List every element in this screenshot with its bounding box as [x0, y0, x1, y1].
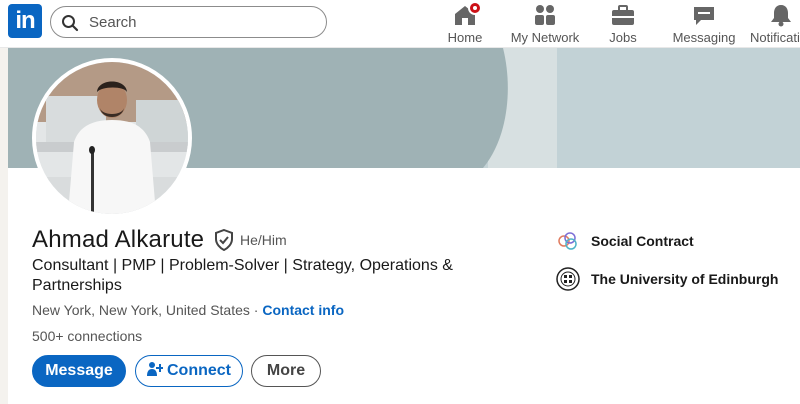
profile-photo-image [36, 62, 188, 214]
top-nav: in Home My Network [0, 0, 800, 48]
search-box[interactable] [50, 6, 327, 38]
messaging-icon [691, 3, 717, 27]
verified-shield-icon[interactable] [214, 229, 234, 251]
connect-button[interactable]: Connect [135, 355, 243, 387]
connections-count[interactable]: 500+ connections [32, 328, 142, 344]
message-button[interactable]: Message [32, 355, 126, 387]
search-input[interactable] [89, 11, 309, 33]
nav-my-network-label: My Network [510, 30, 580, 45]
more-button[interactable]: More [251, 355, 321, 387]
social-contract-logo [558, 232, 577, 250]
nav-messaging[interactable]: Messaging [672, 0, 736, 48]
profile-location: New York, New York, United States [32, 302, 250, 318]
experience-social-contract[interactable]: Social Contract [556, 229, 756, 253]
profile-pronouns: He/Him [240, 232, 287, 248]
experience-social-contract-label: Social Contract [591, 233, 694, 249]
profile-name: Ahmad Alkarute [32, 226, 205, 253]
nav-jobs-label: Jobs [609, 30, 637, 45]
profile-location-line: New York, New York, United States · Cont… [32, 302, 344, 318]
university-crest-logo [556, 267, 580, 291]
profile-card: Ahmad Alkarute He/Him Consultant | PMP |… [8, 48, 800, 404]
education-university-of-edinburgh[interactable]: The University of Edinburgh [556, 267, 800, 291]
search-icon [62, 15, 79, 32]
location-separator: · [249, 302, 263, 318]
nav-home[interactable]: Home [441, 0, 489, 48]
nav-my-network[interactable]: My Network [510, 0, 580, 48]
contact-info-link[interactable]: Contact info [262, 302, 344, 318]
bell-icon [768, 3, 794, 27]
home-icon [452, 1, 482, 27]
jobs-icon [610, 3, 636, 27]
nav-messaging-label: Messaging [672, 30, 736, 45]
add-person-icon [147, 362, 163, 376]
network-icon [532, 3, 558, 27]
linkedin-logo-icon[interactable]: in [8, 4, 42, 38]
education-university-label: The University of Edinburgh [591, 271, 779, 287]
nav-notifications[interactable]: Notifications [748, 0, 800, 48]
nav-jobs[interactable]: Jobs [600, 0, 646, 48]
profile-headline: Consultant | PMP | Problem-Solver | Stra… [32, 257, 453, 294]
notification-badge [468, 1, 482, 15]
connect-button-label: Connect [167, 362, 231, 379]
nav-home-label: Home [447, 30, 483, 45]
profile-photo[interactable] [32, 58, 192, 218]
nav-notifications-label: Notifications [750, 30, 800, 45]
